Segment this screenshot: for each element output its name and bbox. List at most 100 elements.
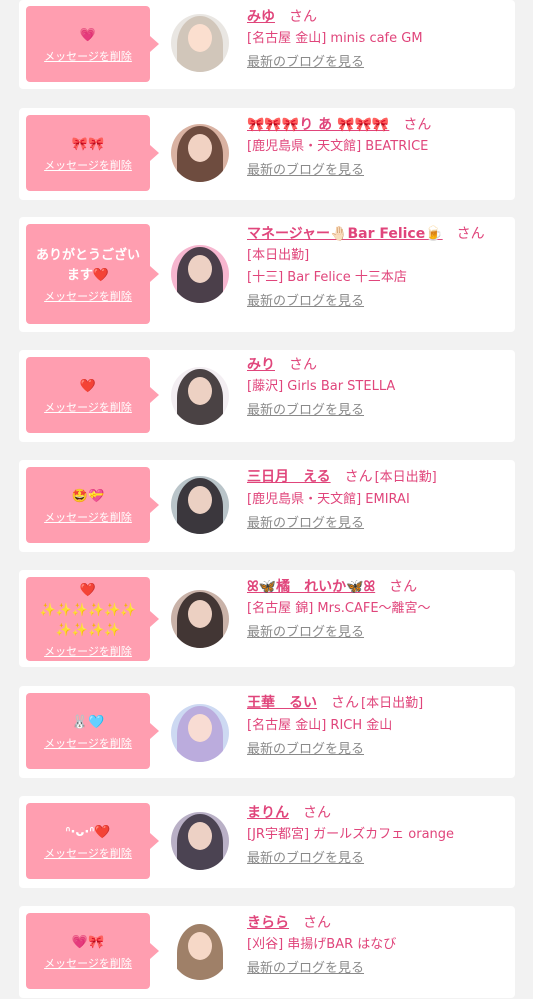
favorite-card: ᐢ·ᴗ·ᐢ❤️ メッセージを削除 まりん さん [JR宇都宮] ガールズカフェ oran…: [19, 796, 515, 888]
latest-blog-link[interactable]: 最新のブログを見る: [247, 848, 364, 870]
avatar[interactable]: [171, 812, 229, 870]
avatar[interactable]: [171, 922, 229, 980]
message-bubble: 🎀🎀 メッセージを削除: [26, 115, 159, 191]
honorific: さん: [403, 117, 432, 133]
shop-line: [刈谷] 串揚げBAR はなび: [247, 937, 397, 952]
delete-message-link[interactable]: メッセージを削除: [44, 737, 132, 751]
cast-info: みゆ さん [名古屋 金山] minis cafe GM 最新のブログを見る: [247, 6, 507, 74]
latest-blog-link[interactable]: 最新のブログを見る: [247, 739, 364, 761]
latest-blog-link[interactable]: 最新のブログを見る: [247, 513, 364, 535]
shop-line: [名古屋 錦] Mrs.CAFE〜離宮〜: [247, 601, 431, 616]
avatar[interactable]: [171, 367, 229, 425]
name-line: ꕤ🦋橘 れいか🦋ꕤ さん: [247, 576, 507, 598]
name-line: 三日月 える さん [本日出勤]: [247, 466, 507, 489]
honorific: さん: [344, 469, 373, 485]
honorific: さん: [389, 579, 418, 595]
avatar-face: [188, 24, 212, 52]
message-text: ❤️: [79, 379, 97, 394]
cast-info: マネージャー🤚🏻Bar Felice🍺 さん [本日出勤] [十三] Bar Feli…: [247, 223, 507, 313]
cast-name-link[interactable]: まりん: [247, 802, 289, 824]
cast-info: 🎀🎀🎀り あ 🎀🎀🎀 さん [鹿児島県・天文館] BEATRICE 最新のブログを見る: [247, 114, 507, 182]
cast-name-link[interactable]: ꕤ🦋橘 れいか🦋ꕤ: [247, 576, 375, 598]
favorite-card: 🐰🩵 メッセージを削除 王華 るい さん [本日出勤] [名古屋 金山] RICH 金山最…: [19, 686, 515, 778]
favorite-card: ❤️ ✨✨✨✨✨✨ ✨✨✨✨ メッセージを削除 ꕤ🦋橘 れいか🦋ꕤ さん [名古屋 錦]…: [19, 570, 515, 667]
message-text: 🤩💝: [71, 489, 105, 504]
avatar-face: [188, 377, 212, 405]
delete-message-link[interactable]: メッセージを削除: [44, 847, 132, 861]
shop-line: [藤沢] Girls Bar STELLA: [247, 379, 396, 394]
honorific: さん: [331, 695, 359, 711]
avatar-face: [188, 255, 212, 283]
shop-line: [鹿児島県・天文館] BEATRICE: [247, 139, 429, 154]
message-bubble: ❤️ ✨✨✨✨✨✨ ✨✨✨✨ メッセージを削除: [26, 577, 159, 661]
name-line: みゆ さん: [247, 6, 507, 28]
name-line: きらら さん: [247, 912, 507, 934]
message-text: 💗🎀: [71, 935, 105, 950]
favorite-card: 💗 メッセージを削除 みゆ さん [名古屋 金山] minis cafe GM 最新のブロ…: [19, 0, 515, 89]
avatar[interactable]: [171, 124, 229, 182]
cast-info: まりん さん [JR宇都宮] ガールズカフェ orange 最新のブログを見る: [247, 802, 507, 870]
favorite-card: 🎀🎀 メッセージを削除 🎀🎀🎀り あ 🎀🎀🎀 さん [鹿児島県・天文館] BEATRIC…: [19, 108, 515, 200]
message-bubble: 🤩💝 メッセージを削除: [26, 467, 159, 543]
cast-name-link[interactable]: きらら: [247, 912, 289, 934]
message-text: ᐢ·ᴗ·ᐢ❤️: [65, 825, 111, 840]
delete-message-link[interactable]: メッセージを削除: [44, 50, 132, 64]
shop-line: [十三] Bar Felice 十三本店: [247, 270, 407, 285]
message-bubble: 💗🎀 メッセージを削除: [26, 913, 159, 989]
message-text: ❤️ ✨✨✨✨✨✨ ✨✨✨✨: [39, 583, 137, 638]
shift-status: [本日出勤]: [374, 470, 437, 485]
message-bubble: 🐰🩵 メッセージを削除: [26, 693, 159, 769]
delete-message-link[interactable]: メッセージを削除: [44, 957, 132, 971]
honorific: さん: [289, 9, 317, 25]
cast-name-link[interactable]: マネージャー🤚🏻Bar Felice🍺: [247, 223, 443, 245]
message-bubble: ᐢ·ᴗ·ᐢ❤️ メッセージを削除: [26, 803, 159, 879]
cast-name-link[interactable]: みゆ: [247, 6, 275, 28]
name-line: マネージャー🤚🏻Bar Felice🍺 さん: [247, 223, 507, 245]
shop-line: [名古屋 金山] RICH 金山: [247, 718, 393, 733]
cast-name-link[interactable]: みり: [247, 354, 275, 376]
shift-status: [本日出勤]: [361, 696, 424, 711]
avatar[interactable]: [171, 704, 229, 762]
cast-info: ꕤ🦋橘 れいか🦋ꕤ さん [名古屋 錦] Mrs.CAFE〜離宮〜最新のブログを見る: [247, 576, 507, 644]
latest-blog-link[interactable]: 最新のブログを見る: [247, 958, 364, 980]
delete-message-link[interactable]: メッセージを削除: [44, 290, 132, 304]
latest-blog-link[interactable]: 最新のブログを見る: [247, 52, 364, 74]
message-bubble: ありがとうございます❤️ メッセージを削除: [26, 224, 159, 324]
message-text: 🐰🩵: [71, 715, 105, 730]
message-text: ありがとうございます❤️: [35, 248, 140, 283]
latest-blog-link[interactable]: 最新のブログを見る: [247, 160, 364, 182]
honorific: さん: [289, 357, 317, 373]
favorites-list: 💗 メッセージを削除 みゆ さん [名古屋 金山] minis cafe GM 最新のブロ…: [0, 0, 533, 999]
latest-blog-link[interactable]: 最新のブログを見る: [247, 622, 364, 644]
cast-info: きらら さん [刈谷] 串揚げBAR はなび最新のブログを見る: [247, 912, 507, 980]
delete-message-link[interactable]: メッセージを削除: [44, 159, 132, 173]
delete-message-link[interactable]: メッセージを削除: [44, 645, 132, 659]
avatar[interactable]: [171, 14, 229, 72]
honorific: さん: [303, 915, 331, 931]
name-line: まりん さん: [247, 802, 507, 824]
avatar-face: [188, 486, 212, 514]
cast-info: 三日月 える さん [本日出勤] [鹿児島県・天文館] EMIRAI 最新のブログを見る: [247, 466, 507, 535]
delete-message-link[interactable]: メッセージを削除: [44, 511, 132, 525]
avatar[interactable]: [171, 476, 229, 534]
avatar-face: [188, 932, 212, 960]
latest-blog-link[interactable]: 最新のブログを見る: [247, 291, 364, 313]
delete-message-link[interactable]: メッセージを削除: [44, 401, 132, 415]
avatar[interactable]: [171, 245, 229, 303]
cast-info: 王華 るい さん [本日出勤] [名古屋 金山] RICH 金山最新のブログを見る: [247, 692, 507, 761]
avatar[interactable]: [171, 590, 229, 648]
cast-name-link[interactable]: 🎀🎀🎀り あ 🎀🎀🎀: [247, 114, 389, 136]
shop-line: [名古屋 金山] minis cafe GM: [247, 31, 423, 46]
favorite-card: 💗🎀 メッセージを削除 きらら さん [刈谷] 串揚げBAR はなび最新のブログを見る: [19, 906, 515, 998]
honorific: さん: [456, 226, 485, 242]
shop-line: [鹿児島県・天文館] EMIRAI: [247, 492, 410, 507]
cast-name-link[interactable]: 王華 るい: [247, 692, 317, 714]
cast-name-link[interactable]: 三日月 える: [247, 466, 331, 488]
favorite-card: ❤️ メッセージを削除 みり さん [藤沢] Girls Bar STELLA 最新のブロ…: [19, 350, 515, 442]
honorific: さん: [303, 805, 331, 821]
latest-blog-link[interactable]: 最新のブログを見る: [247, 400, 364, 422]
favorite-card: ありがとうございます❤️ メッセージを削除 マネージャー🤚🏻Bar Felice🍺 さ…: [19, 217, 515, 332]
avatar-face: [188, 714, 212, 742]
name-line: 王華 るい さん [本日出勤]: [247, 692, 507, 715]
favorite-card: 🤩💝 メッセージを削除 三日月 える さん [本日出勤] [鹿児島県・天文館] EMIRA…: [19, 460, 515, 552]
